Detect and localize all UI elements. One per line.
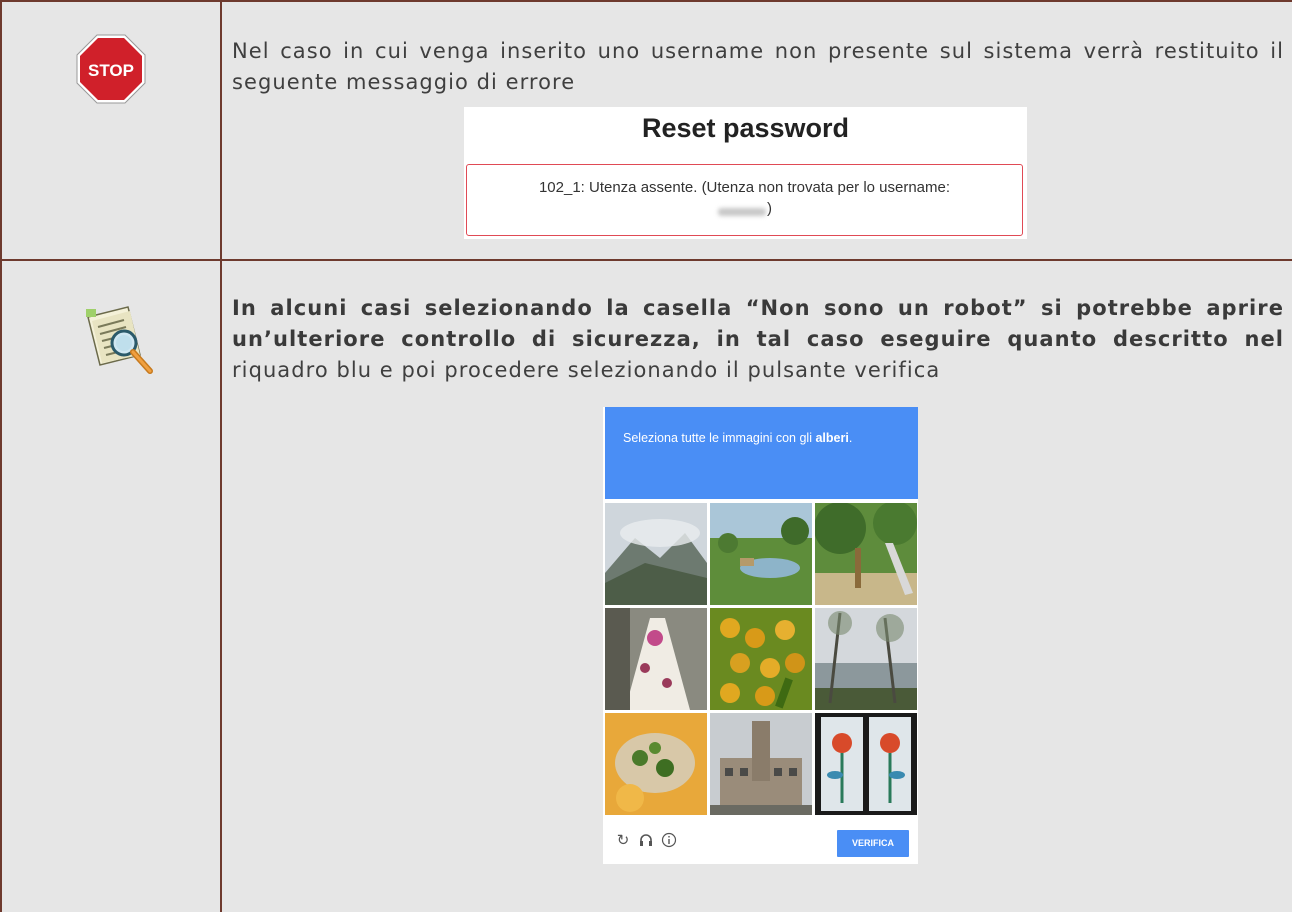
stop-label: STOP (88, 61, 134, 80)
captcha-note-regular: riquadro blu e poi procedere selezionand… (232, 358, 941, 382)
captcha-header: Seleziona tutte le immagini con gli albe… (605, 407, 918, 499)
error-message-box: 102_1: Utenza assente. (Utenza non trova… (466, 164, 1023, 236)
blurred-username (718, 208, 766, 216)
captcha-instruction: Seleziona tutte le immagini con gli albe… (623, 431, 852, 445)
captcha-tile-table[interactable] (605, 608, 707, 710)
info-icon[interactable] (661, 832, 677, 848)
reset-password-title: Reset password (641, 113, 850, 143)
captcha-tile-stained-glass[interactable] (815, 713, 917, 815)
error-message-close: ) (767, 200, 772, 217)
verify-button[interactable]: VERIFICA (837, 830, 909, 857)
captcha-tile-playground[interactable] (815, 503, 917, 605)
error-note-text: Nel caso in cui venga inserito uno usern… (232, 39, 1284, 94)
stop-icon: STOP (76, 34, 146, 104)
headphones-icon[interactable] (638, 832, 654, 848)
error-message-text: 102_1: Utenza assente. (Utenza non trova… (538, 179, 951, 196)
reload-icon[interactable]: ↻ (615, 832, 631, 848)
magnifier-document-icon (82, 303, 158, 379)
captcha-tile-mountain[interactable] (605, 503, 707, 605)
captcha-tile-food[interactable] (710, 608, 812, 710)
captcha-instruction-suffix: . (848, 431, 853, 445)
captcha-footer: ↻ VERIFICA (605, 822, 918, 864)
captcha-note-text: In alcuni casi selezionando la casella “… (232, 293, 1284, 386)
captcha-screenshot: Seleziona tutte le immagini con gli albe… (603, 407, 918, 864)
captcha-tile-building[interactable] (710, 713, 812, 815)
captcha-instruction-keyword: alberi (815, 431, 849, 445)
captcha-tile-salad[interactable] (605, 713, 707, 815)
captcha-note-bold: In alcuni casi selezionando la casella “… (232, 296, 1284, 351)
reset-password-screenshot: Reset password 102_1: Utenza assente. (U… (464, 107, 1027, 239)
captcha-tile-garden[interactable] (710, 503, 812, 605)
captcha-instruction-prefix: Seleziona tutte le immagini con gli (623, 431, 812, 445)
captcha-tile-lake[interactable] (815, 608, 917, 710)
